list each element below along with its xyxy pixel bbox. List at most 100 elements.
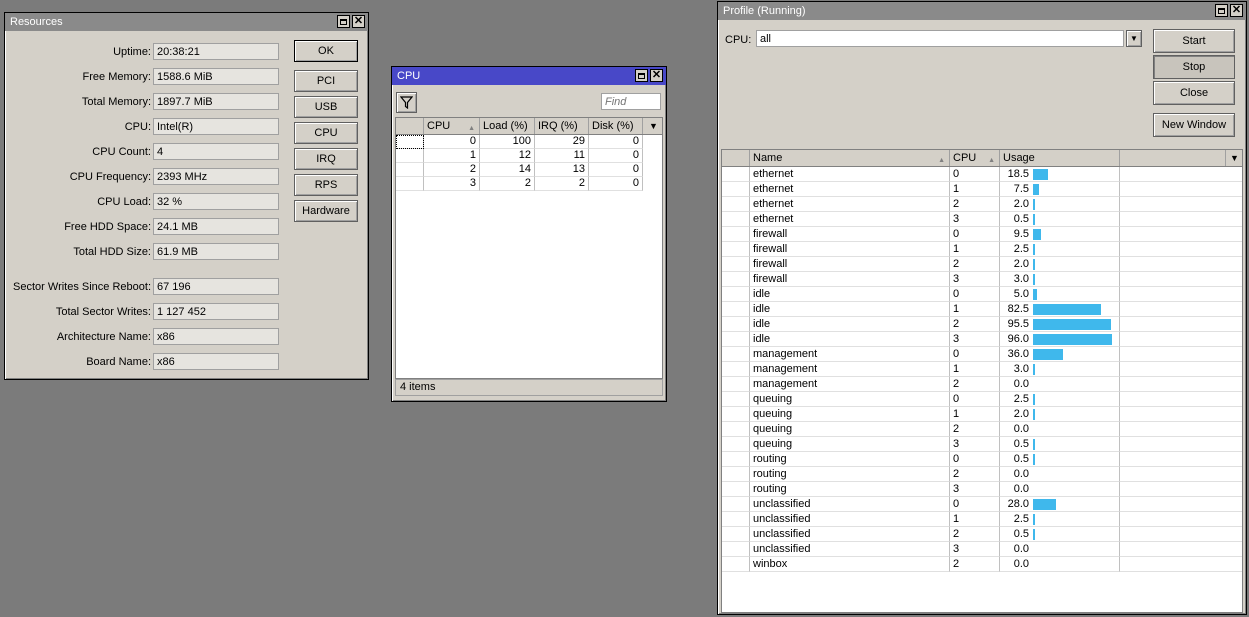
column-header-cpu[interactable]: CPU ▲ <box>950 150 1000 166</box>
field-value: x86 <box>153 353 279 370</box>
usage-cell: 2.0 <box>1000 197 1120 212</box>
close-window-button[interactable]: ✕ <box>1230 4 1243 17</box>
usage-cell: 95.5 <box>1000 317 1120 332</box>
cpu-select-dropdown-button[interactable]: ▼ <box>1126 30 1142 47</box>
usage-cell: 0.0 <box>1000 482 1120 497</box>
table-row[interactable]: firewall 2 2.0 <box>722 257 1242 272</box>
table-row[interactable]: ethernet 1 7.5 <box>722 182 1242 197</box>
start-button[interactable]: Start <box>1153 29 1235 53</box>
cpu-cell: 2 <box>950 317 1000 332</box>
column-header-load[interactable]: Load (%) <box>480 118 535 134</box>
table-row[interactable]: ethernet 3 0.5 <box>722 212 1242 227</box>
table-row[interactable]: routing 0 0.5 <box>722 452 1242 467</box>
maximize-button[interactable] <box>337 15 350 28</box>
field-value: 4 <box>153 143 279 160</box>
usage-cell: 2.0 <box>1000 407 1120 422</box>
name-cell: firewall <box>750 227 950 242</box>
column-menu-button[interactable]: ▼ <box>645 118 662 134</box>
column-header-usage[interactable]: Usage <box>1000 150 1120 166</box>
cpu-titlebar[interactable]: CPU ✕ <box>392 67 666 85</box>
cpu-cell: 2 <box>950 557 1000 572</box>
irq-button[interactable]: IRQ <box>294 148 358 170</box>
find-input[interactable] <box>601 93 661 110</box>
table-row[interactable]: management 2 0.0 <box>722 377 1242 392</box>
maximize-button[interactable] <box>635 69 648 82</box>
table-row[interactable]: idle 2 95.5 <box>722 317 1242 332</box>
cpu-cell: 3 <box>950 212 1000 227</box>
close-button[interactable]: Close <box>1153 81 1235 105</box>
cpu-button[interactable]: CPU <box>294 122 358 144</box>
usage-cell: 18.5 <box>1000 167 1120 182</box>
usage-bar <box>1033 304 1101 315</box>
hardware-button[interactable]: Hardware <box>294 200 358 222</box>
cpu-cell: 0 <box>950 452 1000 467</box>
table-row[interactable]: idle 3 96.0 <box>722 332 1242 347</box>
filler-cell <box>1120 452 1242 467</box>
usage-bar <box>1033 214 1035 225</box>
close-window-button[interactable]: ✕ <box>650 69 663 82</box>
table-row[interactable]: idle 0 5.0 <box>722 287 1242 302</box>
filler-cell <box>1120 437 1242 452</box>
column-header-name[interactable]: Name ▲ <box>750 150 950 166</box>
column-header-irq[interactable]: IRQ (%) <box>535 118 589 134</box>
table-row[interactable]: unclassified 0 28.0 <box>722 497 1242 512</box>
table-row[interactable]: unclassified 3 0.0 <box>722 542 1242 557</box>
stop-button[interactable]: Stop <box>1153 55 1235 79</box>
profile-titlebar[interactable]: Profile (Running) ✕ <box>718 2 1246 20</box>
table-row[interactable]: routing 2 0.0 <box>722 467 1242 482</box>
field-value: 67 196 <box>153 278 279 295</box>
usage-value: 0.0 <box>1013 423 1029 435</box>
resources-titlebar[interactable]: Resources ✕ <box>5 13 368 31</box>
table-row[interactable]: management 1 3.0 <box>722 362 1242 377</box>
table-row[interactable]: routing 3 0.0 <box>722 482 1242 497</box>
close-window-button[interactable]: ✕ <box>352 15 365 28</box>
usb-button[interactable]: USB <box>294 96 358 118</box>
filler-cell <box>1120 167 1242 182</box>
table-row[interactable]: firewall 3 3.0 <box>722 272 1242 287</box>
filler-cell <box>1120 347 1242 362</box>
table-row[interactable]: queuing 3 0.5 <box>722 437 1242 452</box>
name-cell: management <box>750 377 950 392</box>
table-row[interactable]: firewall 0 9.5 <box>722 227 1242 242</box>
table-row[interactable]: ethernet 2 2.0 <box>722 197 1242 212</box>
ok-button[interactable]: OK <box>294 40 358 62</box>
cpu-table-header: CPU ▲ Load (%) IRQ (%) Disk (%) ▼ <box>396 118 662 135</box>
pci-button[interactable]: PCI <box>294 70 358 92</box>
table-row[interactable]: winbox 2 0.0 <box>722 557 1242 572</box>
table-row[interactable]: queuing 0 2.5 <box>722 392 1242 407</box>
row-gutter <box>722 332 750 347</box>
table-row[interactable]: 0 100 29 0 <box>396 135 662 149</box>
new-window-button[interactable]: New Window <box>1153 113 1235 137</box>
filler-cell <box>1120 317 1242 332</box>
usage-cell: 9.5 <box>1000 227 1120 242</box>
table-row[interactable]: firewall 1 2.5 <box>722 242 1242 257</box>
name-cell: routing <box>750 467 950 482</box>
maximize-button[interactable] <box>1215 4 1228 17</box>
table-row[interactable]: unclassified 1 2.5 <box>722 512 1242 527</box>
row-gutter <box>722 287 750 302</box>
sort-ascending-icon: ▲ <box>988 157 995 164</box>
column-header-label: IRQ (%) <box>538 120 578 132</box>
name-cell: management <box>750 347 950 362</box>
filter-button[interactable] <box>396 92 417 113</box>
header-spacer <box>722 150 750 166</box>
column-header-label: Usage <box>1003 152 1035 164</box>
filler-cell <box>1120 272 1242 287</box>
table-row[interactable]: unclassified 2 0.5 <box>722 527 1242 542</box>
rps-button[interactable]: RPS <box>294 174 358 196</box>
table-row[interactable]: ethernet 0 18.5 <box>722 167 1242 182</box>
column-menu-button[interactable]: ▼ <box>1226 150 1242 166</box>
usage-value: 96.0 <box>1007 333 1029 345</box>
table-row[interactable]: 2 14 13 0 <box>396 163 662 177</box>
filler-cell <box>1120 527 1242 542</box>
table-row[interactable]: 3220 <box>396 177 662 191</box>
table-row[interactable]: queuing 1 2.0 <box>722 407 1242 422</box>
column-header-disk[interactable]: Disk (%) <box>589 118 643 134</box>
table-row[interactable]: management 0 36.0 <box>722 347 1242 362</box>
cpu-select[interactable]: all <box>756 30 1124 47</box>
table-row[interactable]: queuing 2 0.0 <box>722 422 1242 437</box>
table-row[interactable]: idle 1 82.5 <box>722 302 1242 317</box>
column-header-cpu[interactable]: CPU ▲ <box>424 118 480 134</box>
filler-cell <box>1120 467 1242 482</box>
table-row[interactable]: 1 12 11 0 <box>396 149 662 163</box>
